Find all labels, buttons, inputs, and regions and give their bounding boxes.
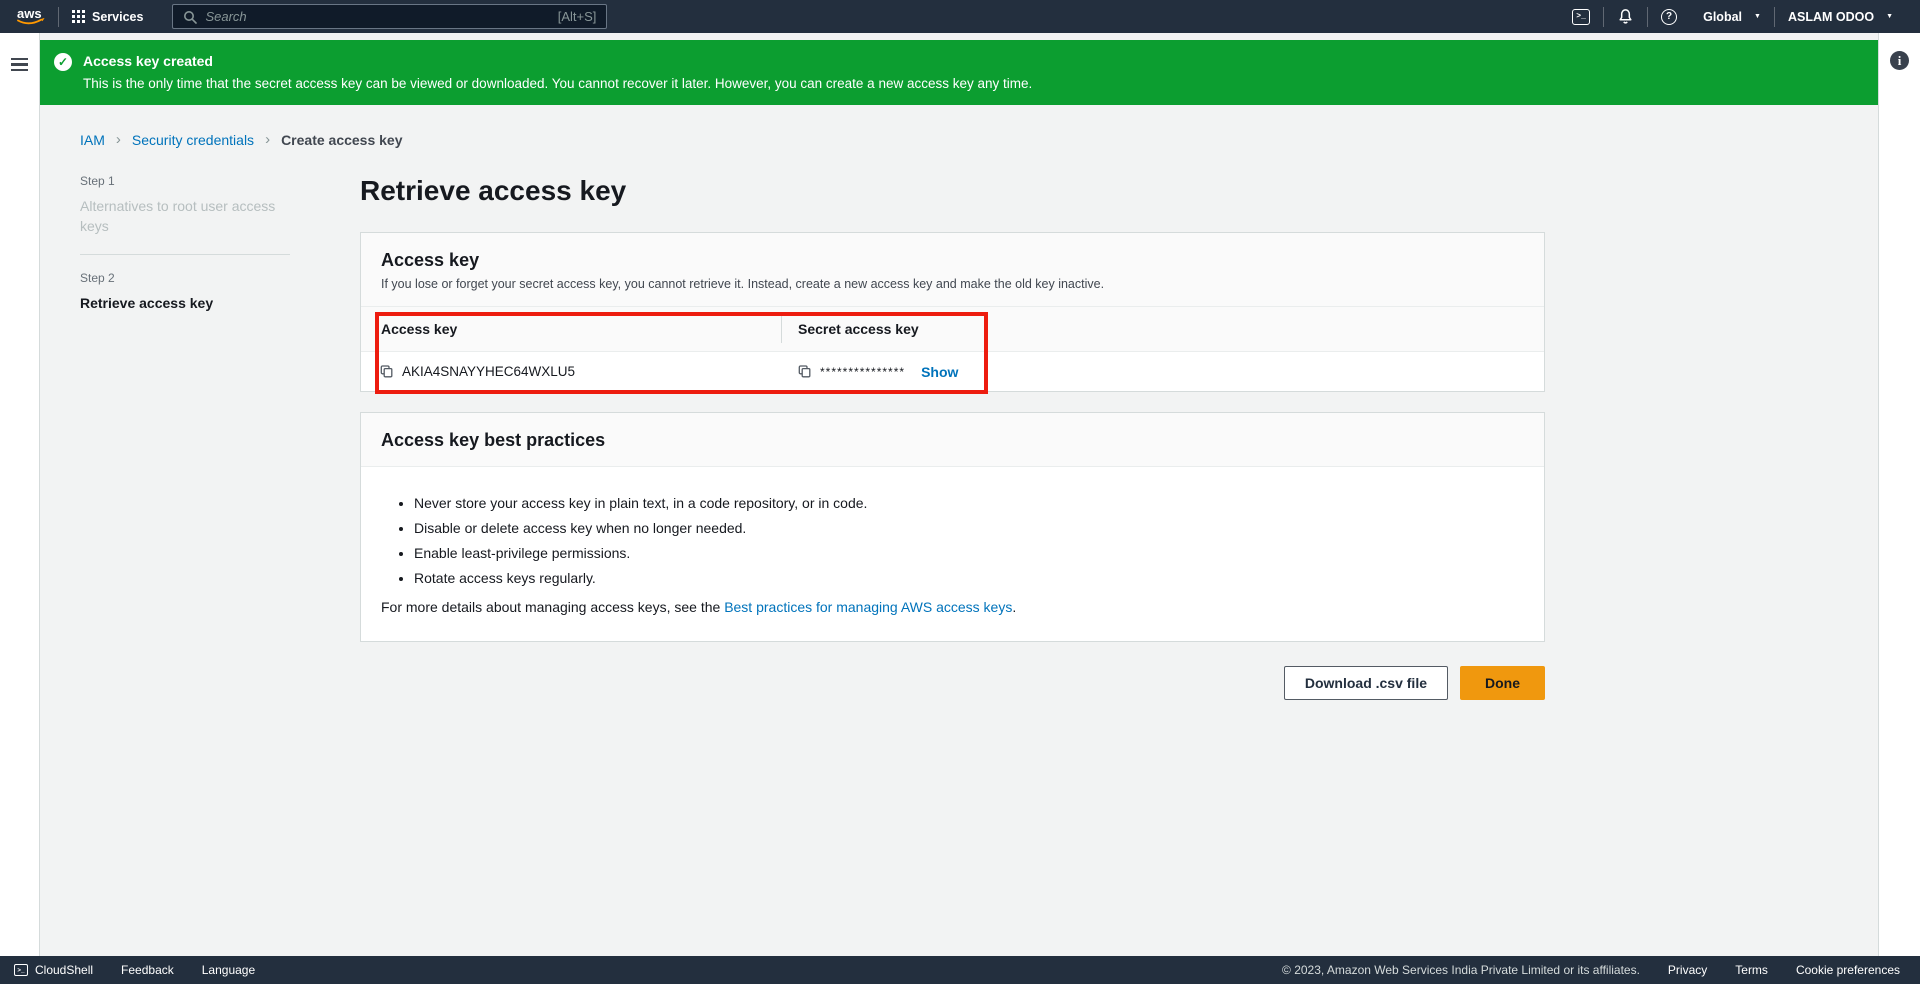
flashbar-message: This is the only time that the secret ac…: [83, 75, 1032, 92]
bell-icon: [1617, 8, 1634, 25]
cloudshell-button[interactable]: >_: [1559, 0, 1603, 33]
wizard-actions: Download .csv file Done: [360, 666, 1545, 700]
column-header-access-key: Access key: [361, 315, 781, 343]
help-icon: ?: [1661, 9, 1677, 25]
best-practice-item: Rotate access keys regularly.: [414, 570, 1524, 586]
step1-label: Step 1: [80, 174, 290, 188]
services-menu-button[interactable]: Services: [59, 0, 156, 33]
access-key-table-row: AKIA4SNAYYHEC64WXLU5: [361, 352, 1544, 391]
breadcrumb-current-page: Create access key: [281, 132, 402, 148]
caret-down-icon: ▼: [1886, 13, 1893, 20]
footer-right-cluster: © 2023, Amazon Web Services India Privat…: [1282, 956, 1914, 984]
copy-access-key-button[interactable]: [379, 364, 394, 379]
best-practices-card-header: Access key best practices: [361, 413, 1544, 467]
page-title: Retrieve access key: [360, 174, 1545, 208]
best-practices-card: Access key best practices Never store yo…: [360, 412, 1545, 642]
copy-secret-key-button[interactable]: [797, 364, 812, 379]
aws-logo-icon: aws: [14, 6, 48, 27]
search-input[interactable]: [205, 9, 549, 24]
more-details-text: For more details about managing access k…: [381, 599, 1524, 615]
best-practice-item: Disable or delete access key when no lon…: [414, 520, 1524, 536]
step1-title: Alternatives to root user access keys: [80, 196, 290, 237]
cloudshell-terminal-icon: >_: [14, 964, 28, 976]
global-search-box[interactable]: [Alt+S]: [172, 4, 607, 29]
console-footer: >_ CloudShell Feedback Language © 2023, …: [0, 956, 1920, 984]
footer-cloudshell-button[interactable]: >_ CloudShell: [0, 956, 107, 984]
success-check-icon: ✓: [54, 53, 72, 71]
search-icon: [183, 10, 197, 24]
footer-cookie-preferences-link[interactable]: Cookie preferences: [1782, 956, 1914, 984]
access-key-table: Access key Secret access key: [361, 307, 1544, 391]
info-icon[interactable]: i: [1890, 51, 1909, 70]
wizard-steps-nav: Step 1 Alternatives to root user access …: [80, 174, 290, 700]
best-practices-link[interactable]: Best practices for managing AWS access k…: [724, 599, 1012, 615]
hamburger-menu-icon[interactable]: [8, 55, 31, 74]
step2-title: Retrieve access key: [80, 293, 290, 313]
svg-text:aws: aws: [17, 6, 42, 21]
aws-console-screen: aws Services [Alt+S] >_: [0, 0, 1920, 984]
wizard-main-panel: Retrieve access key Access key If you lo…: [360, 174, 1545, 700]
steps-divider: [80, 254, 290, 255]
aws-logo[interactable]: aws: [14, 6, 48, 27]
access-key-card-header: Access key If you lose or forget your se…: [361, 233, 1544, 307]
region-label: Global: [1703, 10, 1742, 24]
help-button[interactable]: ?: [1648, 0, 1690, 33]
services-grid-icon: [72, 10, 85, 23]
account-menu[interactable]: ASLAM ODOO ▼: [1775, 0, 1906, 33]
footer-terms-link[interactable]: Terms: [1721, 956, 1782, 984]
copy-icon: [379, 364, 394, 379]
footer-language-button[interactable]: Language: [188, 956, 269, 984]
flashbar-title: Access key created: [83, 52, 1032, 70]
step2-label: Step 2: [80, 271, 290, 285]
breadcrumb-security-credentials-link[interactable]: Security credentials: [132, 132, 254, 148]
best-practice-item: Enable least-privilege permissions.: [414, 545, 1524, 561]
success-flashbar: ✓ Access key created This is the only ti…: [40, 40, 1878, 105]
best-practices-card-title: Access key best practices: [381, 430, 1524, 451]
top-navigation-bar: aws Services [Alt+S] >_: [0, 0, 1920, 33]
copy-icon: [797, 364, 812, 379]
main-column: ✓ Access key created This is the only ti…: [40, 33, 1878, 956]
search-shortcut-hint: [Alt+S]: [558, 9, 597, 24]
breadcrumb: IAM › Security credentials › Create acce…: [80, 131, 1878, 148]
best-practices-body: Never store your access key in plain tex…: [361, 467, 1544, 641]
secret-key-masked-value: ***************: [820, 365, 905, 379]
footer-feedback-button[interactable]: Feedback: [107, 956, 188, 984]
show-secret-key-link[interactable]: Show: [921, 364, 958, 380]
topnav-right-cluster: >_ ? Global ▼ ASLAM ODOO ▼: [1559, 0, 1906, 33]
best-practices-list: Never store your access key in plain tex…: [381, 495, 1524, 586]
access-key-card: Access key If you lose or forget your se…: [360, 232, 1545, 392]
help-panel-rail: i: [1878, 33, 1920, 956]
caret-down-icon: ▼: [1754, 13, 1761, 20]
access-key-card-description: If you lose or forget your secret access…: [381, 277, 1524, 291]
download-csv-button[interactable]: Download .csv file: [1284, 666, 1448, 700]
best-practice-item: Never store your access key in plain tex…: [414, 495, 1524, 511]
footer-privacy-link[interactable]: Privacy: [1654, 956, 1721, 984]
notifications-button[interactable]: [1604, 0, 1647, 33]
footer-cloudshell-label: CloudShell: [35, 963, 93, 977]
done-button[interactable]: Done: [1460, 666, 1545, 700]
chevron-right-icon: ›: [265, 131, 270, 148]
column-header-secret-access-key: Secret access key: [781, 315, 1544, 343]
access-key-value: AKIA4SNAYYHEC64WXLU5: [402, 364, 575, 379]
copyright-text: © 2023, Amazon Web Services India Privat…: [1282, 963, 1654, 977]
left-nav-rail: [0, 33, 40, 956]
services-label: Services: [92, 10, 143, 24]
chevron-right-icon: ›: [116, 131, 121, 148]
access-key-table-header: Access key Secret access key: [361, 307, 1544, 352]
region-selector[interactable]: Global ▼: [1690, 0, 1774, 33]
access-key-card-title: Access key: [381, 250, 1524, 271]
cloudshell-terminal-icon: >_: [1572, 9, 1590, 25]
account-name: ASLAM ODOO: [1788, 10, 1874, 24]
breadcrumb-iam-link[interactable]: IAM: [80, 132, 105, 148]
